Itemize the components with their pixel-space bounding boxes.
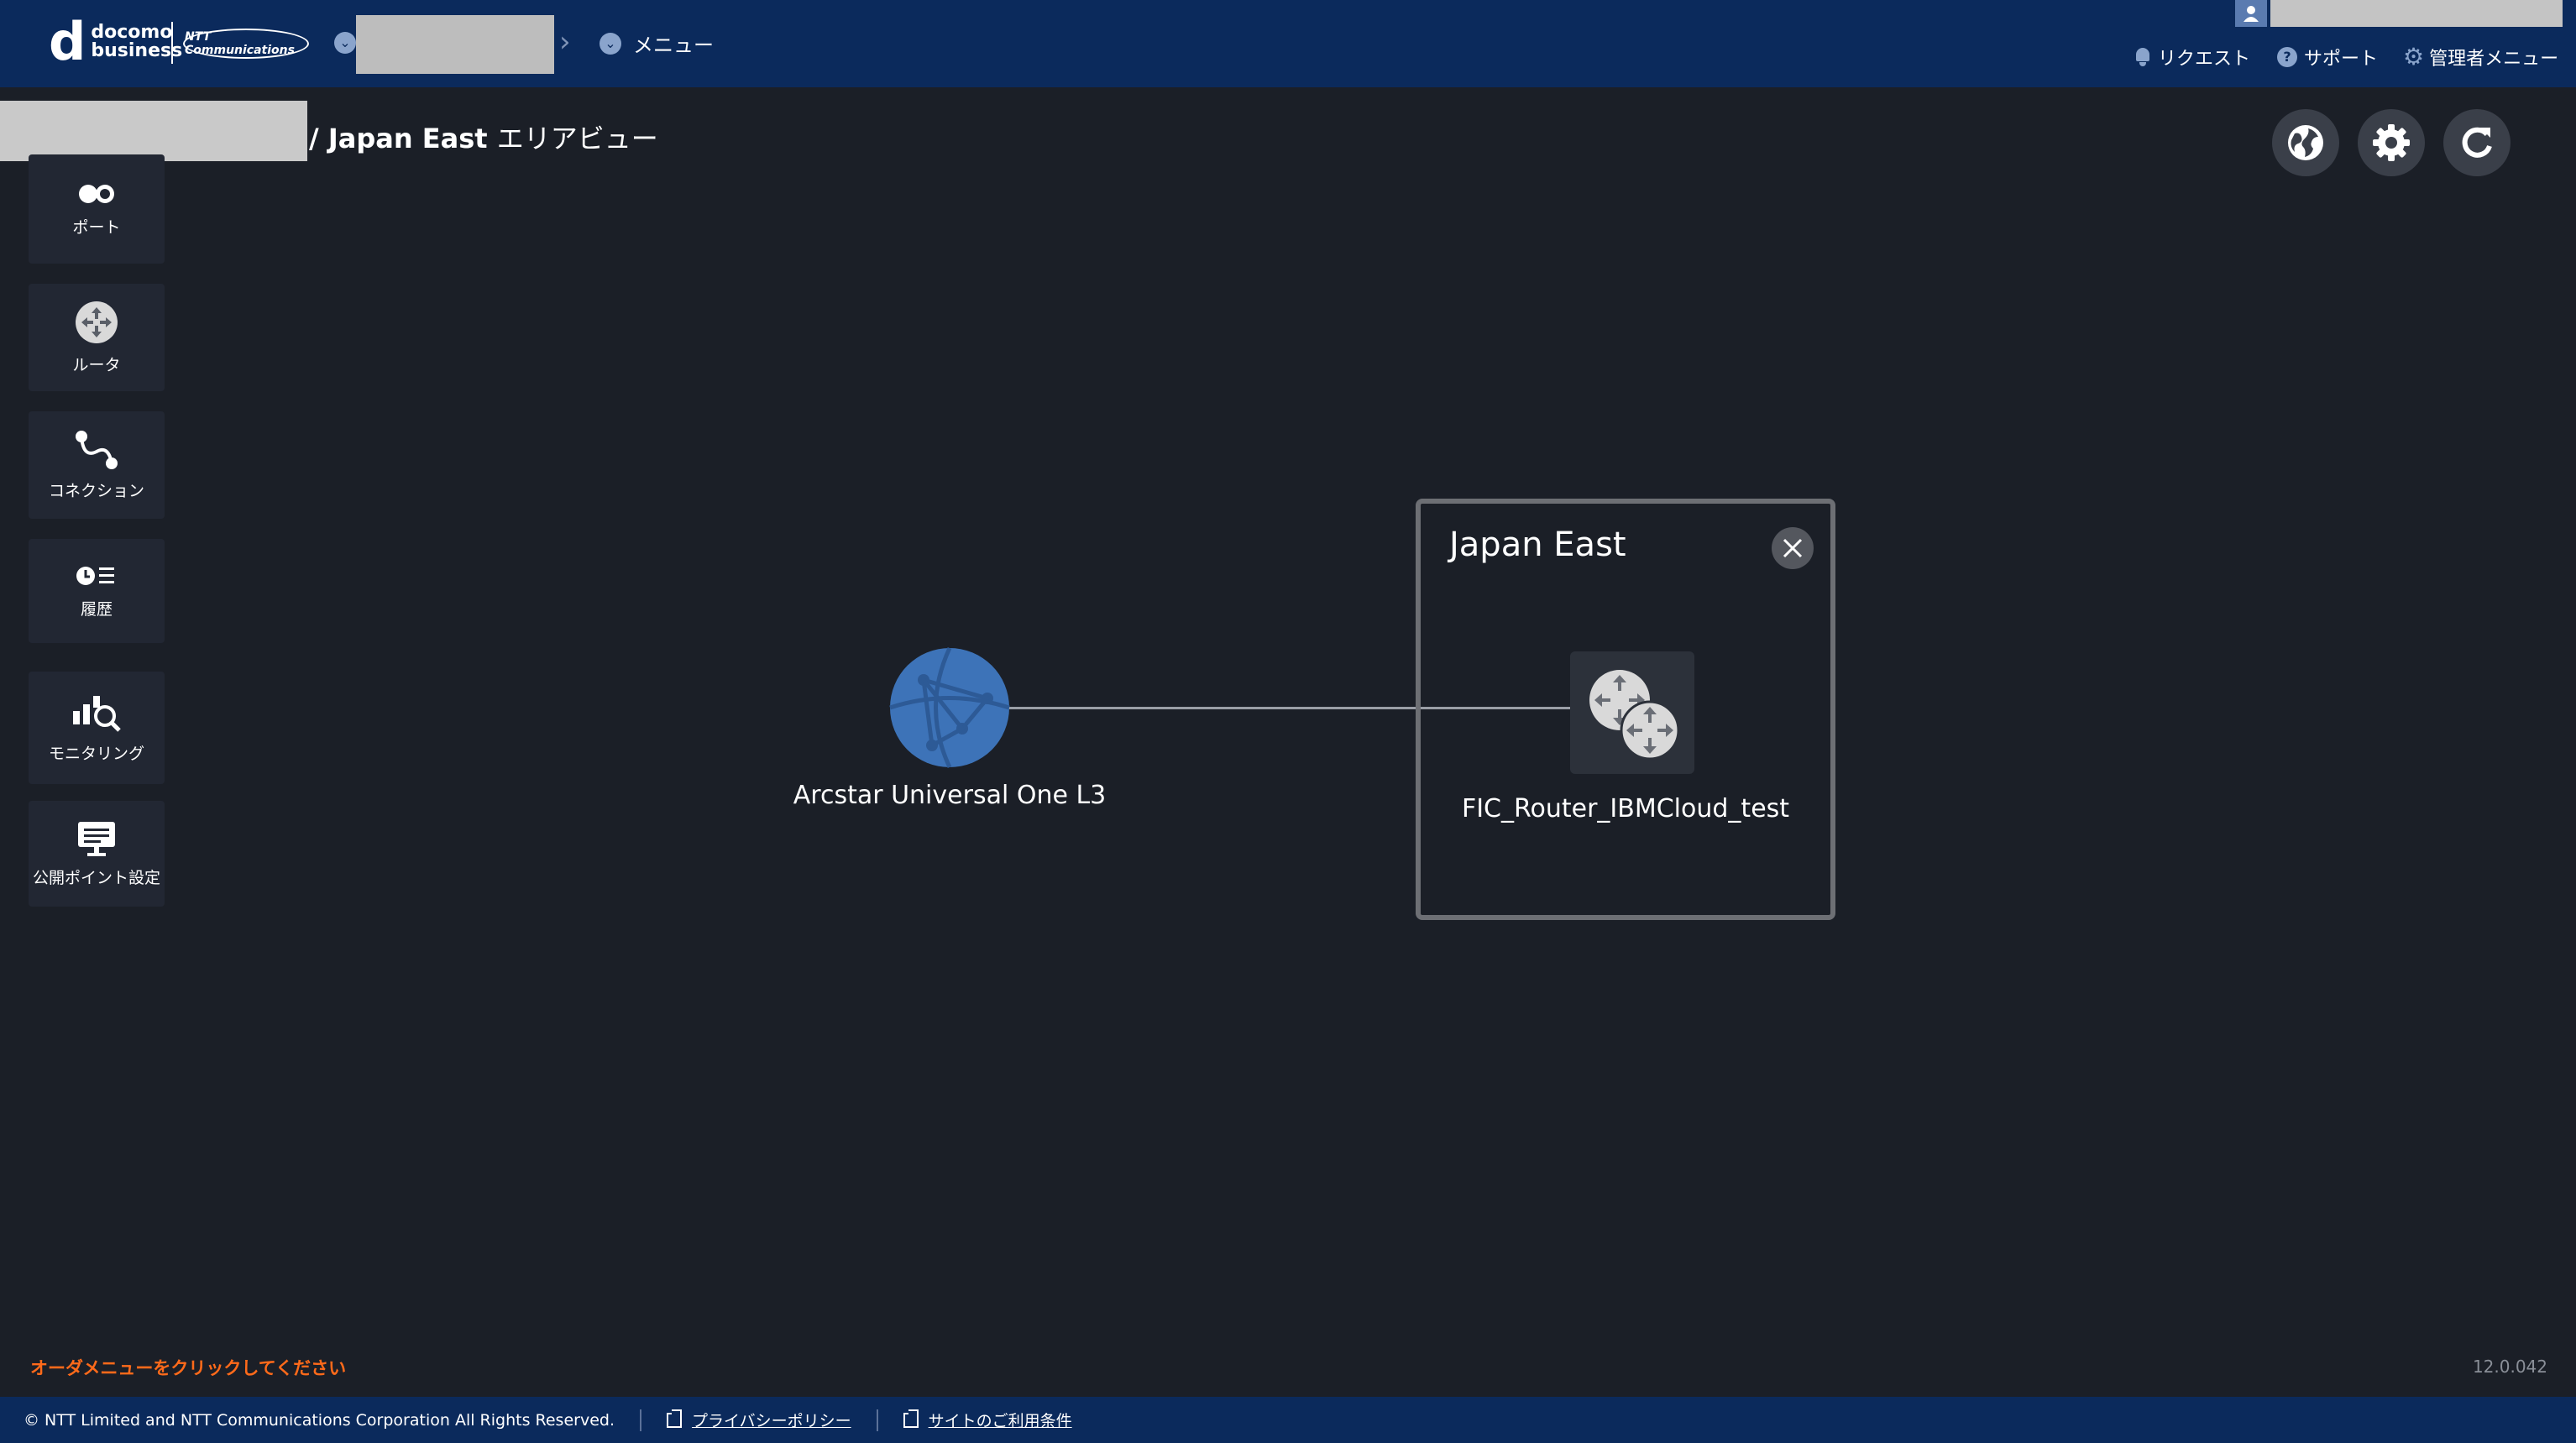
area-panel-japan-east[interactable]: Japan East FIC_Router_IBMCloud_test xyxy=(1416,499,1835,920)
router-pair-icon xyxy=(1589,670,1680,761)
logo-sub-text: business xyxy=(91,40,183,61)
top-header: d docomo business NTT Communications ⌄ ›… xyxy=(0,0,2576,87)
globe-icon xyxy=(2288,125,2323,160)
sidebar-item-monitoring[interactable]: モニタリング xyxy=(29,672,165,784)
chevron-down-icon[interactable]: ⌄ xyxy=(599,33,621,55)
arcstar-network-globe-icon[interactable] xyxy=(888,646,1011,769)
monitoring-icon xyxy=(73,695,121,732)
sidebar-item-connection[interactable]: コネクション xyxy=(29,411,165,519)
user-name-redacted xyxy=(2270,0,2563,27)
history-icon xyxy=(76,566,114,585)
footer: © NTT Limited and NTT Communications Cor… xyxy=(0,1397,2576,1443)
connection-icon xyxy=(76,430,118,469)
settings-button[interactable] xyxy=(2358,109,2425,176)
external-link-icon xyxy=(666,1409,682,1428)
router-label: FIC_Router_IBMCloud_test xyxy=(1461,794,1790,823)
router-icon xyxy=(76,301,118,343)
support-link[interactable]: ? サポート xyxy=(2277,44,2378,71)
order-menu-hint: オーダメニューをクリックしてください xyxy=(30,1358,347,1378)
chevron-down-icon[interactable]: ⌄ xyxy=(334,32,356,54)
area-title: Japan East xyxy=(1449,525,1626,564)
request-link[interactable]: リクエスト xyxy=(2134,44,2250,71)
logo-main-text: docomo xyxy=(91,22,173,43)
port-icon xyxy=(79,184,114,203)
admin-menu-link[interactable]: ⚙ 管理者メニュー xyxy=(2403,44,2558,71)
privacy-policy-link[interactable]: プライバシーポリシー xyxy=(692,1409,851,1431)
public-point-icon xyxy=(78,821,115,856)
tenant-name-redacted xyxy=(0,101,307,161)
gear-icon: ⚙ xyxy=(2403,43,2425,71)
docomo-d-mark: d xyxy=(49,11,86,72)
breadcrumb-separator-icon: › xyxy=(559,25,571,59)
sidebar-item-history[interactable]: 履歴 xyxy=(29,539,165,643)
help-icon: ? xyxy=(2277,47,2297,67)
external-link-icon xyxy=(903,1409,919,1428)
docomo-business-logo[interactable]: d docomo business xyxy=(49,11,183,72)
sidebar-item-router[interactable]: ルータ xyxy=(29,284,165,391)
breadcrumb-tenant-redacted[interactable] xyxy=(356,15,554,74)
footer-divider xyxy=(639,1409,641,1431)
close-icon xyxy=(1783,538,1803,558)
ntt-communications-logo: NTT Communications xyxy=(183,29,309,59)
refresh-icon xyxy=(2462,127,2492,158)
page-title: / Japan East エリアビュー xyxy=(309,123,658,154)
router-node[interactable] xyxy=(1570,651,1694,774)
terms-of-use-link[interactable]: サイトのご利用条件 xyxy=(929,1409,1072,1431)
logo-divider xyxy=(171,22,173,64)
settings-icon xyxy=(2373,124,2410,161)
refresh-button[interactable] xyxy=(2443,109,2511,176)
bell-icon xyxy=(2134,48,2151,66)
footer-divider xyxy=(876,1409,878,1431)
sidebar-item-public-point[interactable]: 公開ポイント設定 xyxy=(29,801,165,907)
version-label: 12.0.042 xyxy=(2472,1357,2547,1377)
copyright-text: © NTT Limited and NTT Communications Cor… xyxy=(24,1410,615,1430)
network-label: Arcstar Universal One L3 xyxy=(793,781,1107,810)
user-icon xyxy=(2235,0,2267,27)
close-area-button[interactable] xyxy=(1772,527,1814,569)
breadcrumb-menu[interactable]: メニュー xyxy=(633,29,714,58)
sidebar-item-port[interactable]: ポート xyxy=(29,154,165,264)
global-view-button[interactable] xyxy=(2272,109,2339,176)
user-account[interactable] xyxy=(2235,0,2563,27)
